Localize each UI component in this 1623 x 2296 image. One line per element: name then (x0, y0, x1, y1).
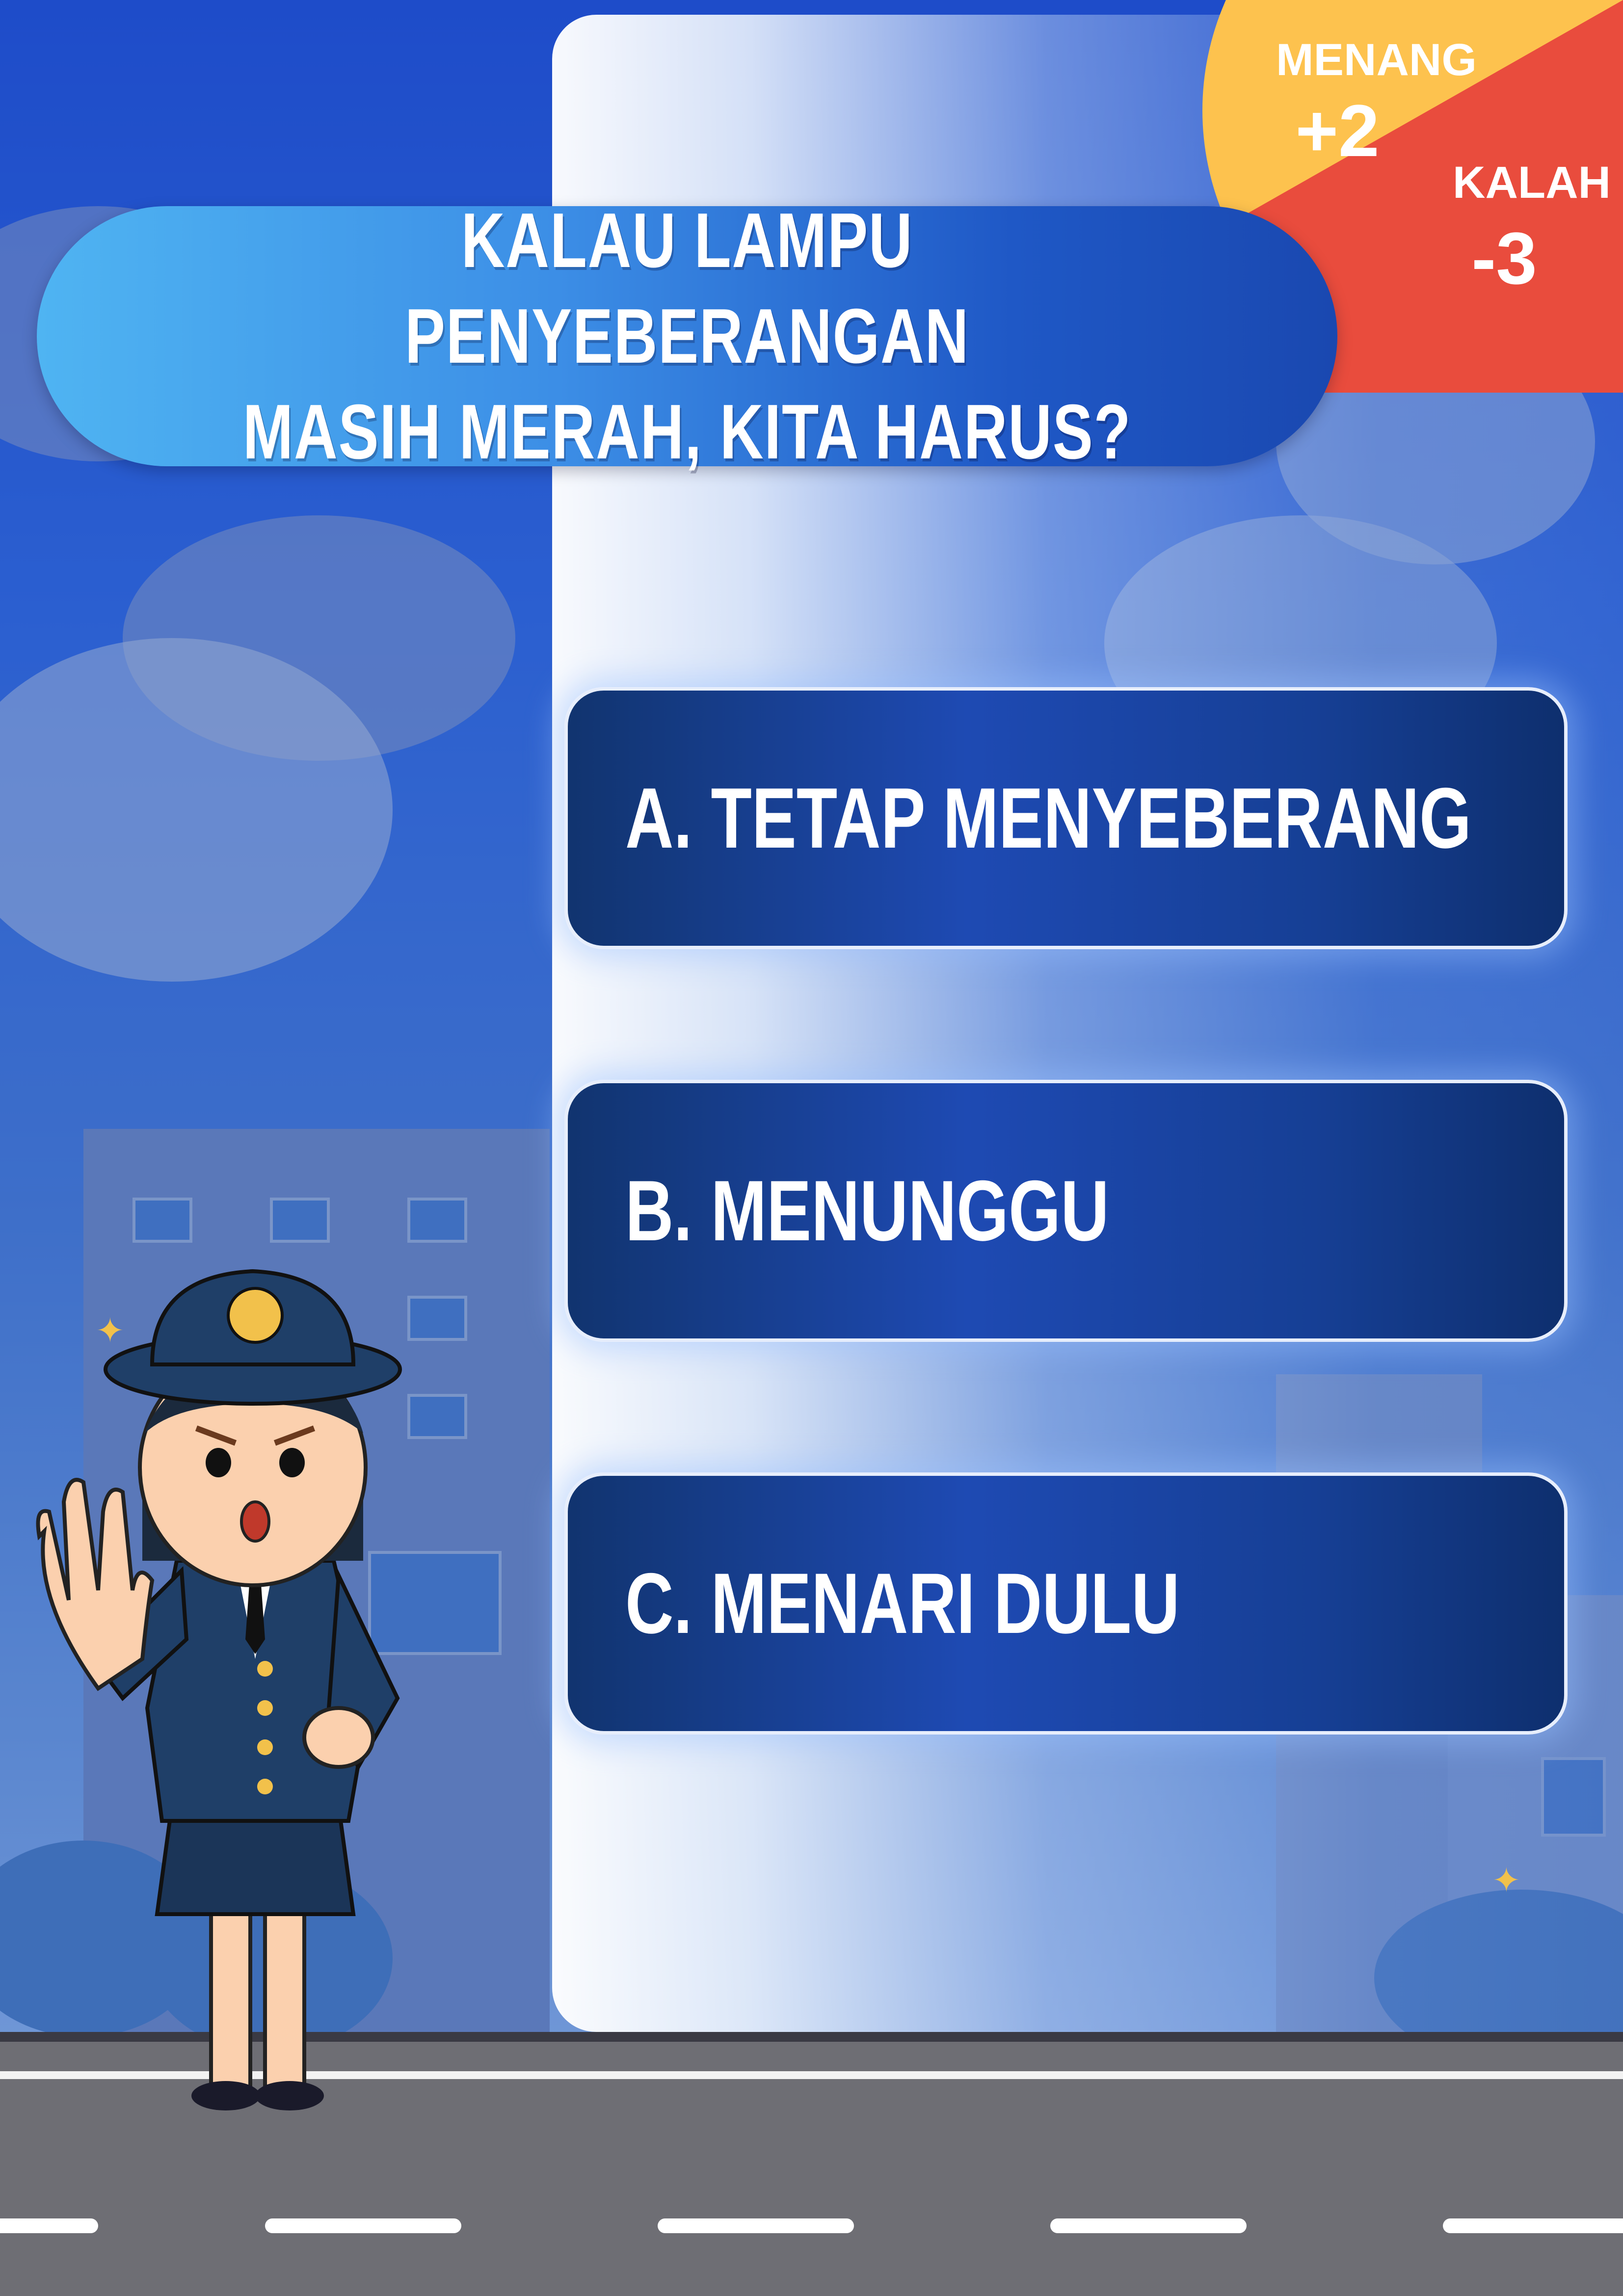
answer-option-a[interactable]: A. TETAP MENYEBERANG (564, 687, 1568, 949)
win-value: +2 (1295, 89, 1380, 172)
game-screen: MENANG +2 KALAH -3 KALAU LAMPU PENYEBERA… (0, 0, 1623, 2296)
road-dash (1443, 2218, 1623, 2233)
question-line-1: KALAU LAMPU PENYEBERANGAN (404, 197, 970, 379)
question-banner: KALAU LAMPU PENYEBERANGAN MASIH MERAH, K… (37, 197, 1337, 475)
answer-option-label: C. MENARI DULU (625, 1555, 1180, 1652)
answer-option-label: B. MENUNGGU (625, 1163, 1109, 1259)
road-dash (1050, 2218, 1247, 2233)
win-label: MENANG (1276, 35, 1477, 85)
traffic-officer-illustration (36, 1269, 402, 2110)
answer-option-b[interactable]: B. MENUNGGU (564, 1080, 1568, 1342)
question-text: KALAU LAMPU PENYEBERANGAN MASIH MERAH, K… (228, 193, 1146, 480)
answer-option-c[interactable]: C. MENARI DULU (564, 1472, 1568, 1735)
road-dash (0, 2218, 98, 2233)
lose-label: KALAH (1453, 158, 1611, 208)
sparkle-icon: ✦ (1492, 1861, 1521, 1899)
road-dash (265, 2218, 461, 2233)
question-line-2: MASIH MERAH, KITA HARUS? (242, 388, 1132, 475)
answer-option-label: A. TETAP MENYEBERANG (625, 770, 1472, 866)
road-dash (658, 2218, 854, 2233)
lose-value: -3 (1471, 217, 1537, 299)
